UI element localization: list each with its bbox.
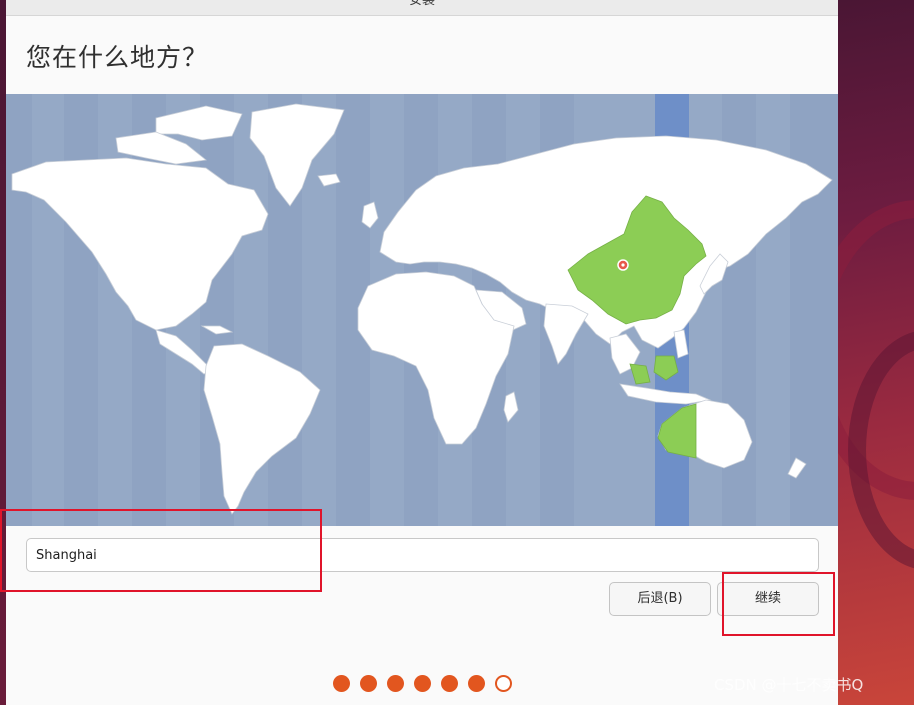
installer-window: 安装 您在什么地方？ Shanghai 后退(B) 继续 (6, 0, 838, 705)
progress-dot-complete (468, 675, 485, 692)
page-title: 您在什么地方？ (26, 43, 209, 72)
watermark: CSDN @十七不卖书Q (714, 676, 864, 694)
progress-dot-complete (387, 675, 404, 692)
progress-dot-complete (333, 675, 350, 692)
borneo-highlight (629, 363, 651, 385)
back-button[interactable]: 后退(B) (609, 582, 711, 616)
british-isles (361, 201, 379, 229)
world-map-svg[interactable] (6, 94, 838, 526)
progress-dots (333, 675, 512, 693)
window-title: 安装 (408, 0, 435, 8)
greenland (249, 103, 345, 207)
annotation-box-location (0, 509, 322, 592)
arctic-islands (155, 105, 243, 141)
desktop-wallpaper (838, 0, 914, 705)
madagascar (503, 391, 519, 423)
location-marker[interactable] (617, 259, 629, 271)
progress-dot-complete (360, 675, 377, 692)
progress-dot-pending (495, 675, 512, 692)
timezone-map[interactable] (6, 94, 838, 526)
progress-dot-complete (441, 675, 458, 692)
progress-dot-complete (414, 675, 431, 692)
annotation-box-continue (722, 572, 835, 636)
window-titlebar[interactable]: 安装 (6, 0, 838, 16)
